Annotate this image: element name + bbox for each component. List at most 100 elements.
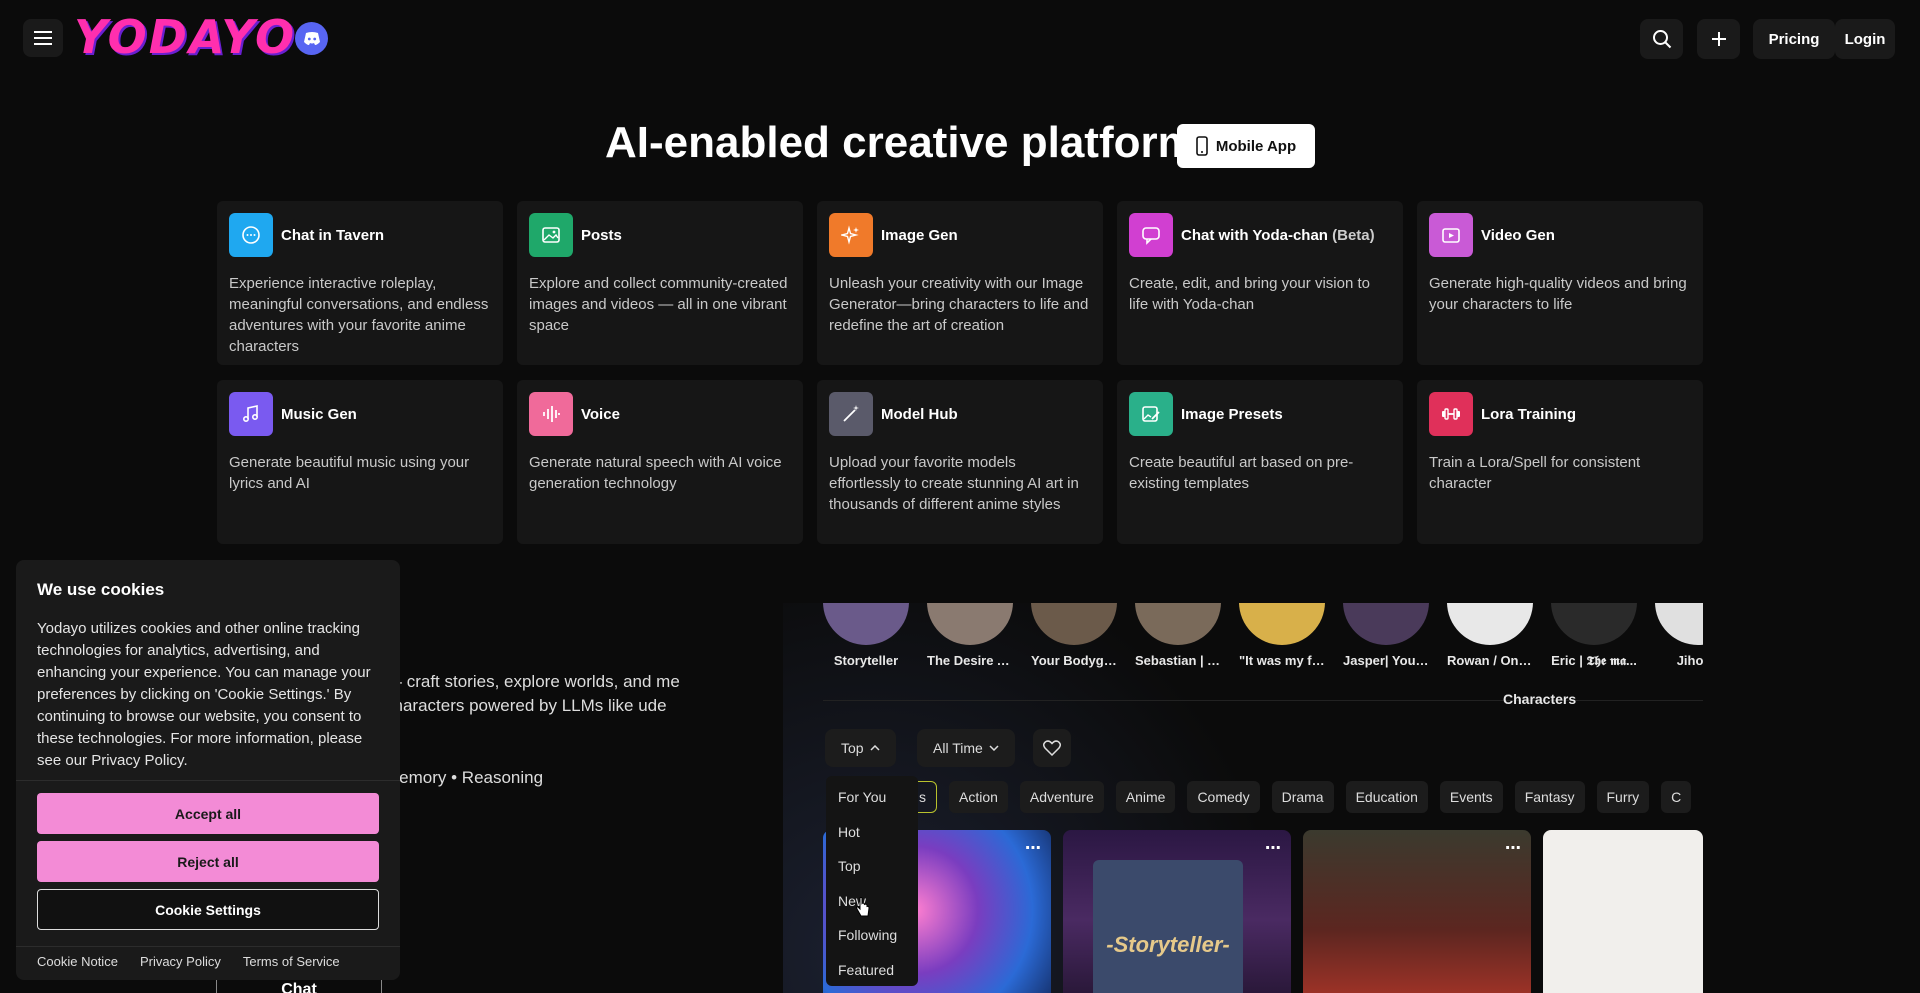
more-icon[interactable]: ⋯ (1265, 838, 1281, 858)
more-icon[interactable]: ⋯ (1025, 838, 1041, 858)
privacy-policy-link[interactable]: Privacy Policy (140, 954, 221, 969)
card-title: Chat in Tavern (281, 226, 385, 244)
avatar-name: The Desire A... (927, 653, 1013, 668)
avatar (1447, 603, 1533, 645)
feature-card-chat-in-tavern[interactable]: Chat in Tavern Experience interactive rol… (217, 201, 503, 365)
category-tag[interactable]: Fantasy (1514, 781, 1585, 813)
feature-card-lora-training[interactable]: Lora Training Train a Lora/Spell for cons… (1417, 380, 1703, 544)
character-avatar[interactable]: Jihoon (1655, 603, 1703, 669)
search-icon (1652, 30, 1671, 49)
card-description: Generate natural speech with AI voice ge… (529, 454, 782, 492)
category-tag[interactable]: Action (949, 781, 1008, 813)
character-avatar[interactable]: Eric | 𝕿𝖍𝖊 𝖒𝖆... (1551, 603, 1637, 669)
chevron-down-icon (989, 745, 999, 751)
pointer-cursor-icon (856, 897, 870, 917)
avatar (1551, 603, 1637, 645)
sort-option[interactable]: Featured (826, 953, 918, 988)
terms-of-service-link[interactable]: Terms of Service (243, 954, 340, 969)
reject-all-button[interactable]: Reject all (37, 841, 379, 882)
image-icon (529, 213, 573, 257)
feature-card-model-hub[interactable]: Model Hub Upload your favorite models eff… (817, 380, 1103, 544)
card-header: Lora Training (1429, 392, 1691, 436)
accept-all-button[interactable]: Accept all (37, 793, 379, 834)
card-description: Unleash your creativity with our Image G… (829, 275, 1089, 334)
category-tag[interactable]: Drama (1271, 781, 1334, 813)
feature-card-video-gen[interactable]: Video Gen Generate high-quality videos an… (1417, 201, 1703, 365)
card-description: Generate beautiful music using your lyri… (229, 454, 470, 492)
card-header: Chat in Tavern (229, 213, 491, 257)
time-label: All Time (933, 740, 983, 756)
sort-option[interactable]: Following (826, 918, 918, 953)
sort-option[interactable]: New (826, 884, 918, 919)
character-avatar[interactable]: Jasper| Your... (1343, 603, 1429, 669)
more-icon[interactable]: ⋯ (1505, 838, 1521, 858)
feature-card-chat-with-yoda-chan[interactable]: Chat with Yoda-chan (Beta) Create, edit, … (1117, 201, 1403, 365)
character-avatar[interactable]: The Desire A... (927, 603, 1013, 669)
feature-card-image-presets[interactable]: Image Presets Create beautiful art based … (1117, 380, 1403, 544)
sort-dropdown[interactable]: Top (825, 729, 896, 767)
category-tag[interactable]: Anime (1115, 781, 1176, 813)
feature-card-music-gen[interactable]: Music Gen Generate beautiful music using … (217, 380, 503, 544)
character-avatar[interactable]: "It was my fi... (1239, 603, 1325, 669)
card-description: Generate high-quality videos and bring y… (1429, 275, 1687, 313)
card-description: Create, edit, and bring your vision to l… (1129, 275, 1370, 313)
category-tag[interactable]: Events (1439, 781, 1503, 813)
character-cards: ⋯ -Storyteller- ⋯ ⋯ (823, 830, 1703, 993)
menu-button[interactable] (23, 19, 63, 57)
mobile-app-button[interactable]: Mobile App (1177, 124, 1315, 168)
avatar-name: Jihoon (1676, 653, 1703, 668)
character-avatar[interactable]: Your Bodygu... (1031, 603, 1117, 669)
cookie-notice-link[interactable]: Cookie Notice (37, 954, 118, 969)
category-tag[interactable]: Furry (1596, 781, 1650, 813)
feature-grid: Chat in Tavern Experience interactive rol… (217, 201, 1703, 544)
favorites-button[interactable] (1033, 729, 1071, 767)
category-tag[interactable]: Comedy (1187, 781, 1260, 813)
character-avatar[interactable]: Rowan / One... (1447, 603, 1533, 669)
character-avatar[interactable]: Storyteller (823, 603, 909, 669)
character-card[interactable]: -Storyteller- ⋯ (1063, 830, 1291, 993)
sort-label: Top (841, 740, 864, 756)
category-tag[interactable]: Education (1345, 781, 1428, 813)
discord-button[interactable] (295, 22, 328, 55)
cookie-links: Cookie Notice Privacy Policy Terms of Se… (37, 954, 340, 969)
sparkles-icon (829, 213, 873, 257)
magic-wand-icon (829, 392, 873, 436)
card-title: Image Gen (881, 226, 958, 244)
feature-card-image-gen[interactable]: Image Gen Unleash your creativity with ou… (817, 201, 1103, 365)
card-title: Voice (581, 405, 620, 423)
plus-icon (1711, 32, 1726, 46)
chat-bubble-icon (229, 213, 273, 257)
feature-card-posts[interactable]: Posts Explore and collect community-creat… (517, 201, 803, 365)
feature-card-voice[interactable]: Voice Generate natural speech with AI voi… (517, 380, 803, 544)
card-title: Music Gen (281, 405, 357, 423)
avatar (1135, 603, 1221, 645)
message-square-icon (1129, 213, 1173, 257)
search-button[interactable] (1640, 19, 1683, 59)
card-title: Posts (581, 226, 622, 244)
sort-option[interactable]: Hot (826, 815, 918, 850)
discord-icon (303, 31, 320, 45)
character-card[interactable]: ⋯ (1303, 830, 1531, 993)
card-header: Music Gen (229, 392, 491, 436)
top-header: YODAYO Pricing Login (0, 0, 1920, 76)
avatar-name: "It was my fi... (1239, 653, 1325, 668)
sort-menu: For You Hot Top New Following Featured (826, 776, 918, 986)
cookie-banner: We use cookies Yodayo utilizes cookies a… (16, 560, 400, 980)
hamburger-icon (34, 31, 52, 45)
sort-option[interactable]: Top (826, 849, 918, 884)
sort-option[interactable]: For You (826, 780, 918, 815)
card-description: Create beautiful art based on pre-existi… (1129, 454, 1354, 492)
time-dropdown[interactable]: All Time (917, 729, 1015, 767)
create-button[interactable] (1697, 19, 1740, 59)
card-header: Model Hub (829, 392, 1091, 436)
character-avatar[interactable]: Sebastian | Y... (1135, 603, 1221, 669)
pricing-button[interactable]: Pricing (1753, 19, 1835, 59)
character-card[interactable] (1543, 830, 1703, 993)
category-tag[interactable]: Adventure (1019, 781, 1104, 813)
yodayo-logo[interactable]: YODAYO (74, 10, 296, 64)
cookie-settings-button[interactable]: Cookie Settings (37, 889, 379, 930)
character-avatars: Storyteller The Desire A... Your Bodygu...… (823, 603, 1703, 669)
login-button[interactable]: Login (1835, 19, 1895, 59)
category-tag[interactable]: C (1661, 781, 1692, 813)
divider (16, 946, 400, 947)
